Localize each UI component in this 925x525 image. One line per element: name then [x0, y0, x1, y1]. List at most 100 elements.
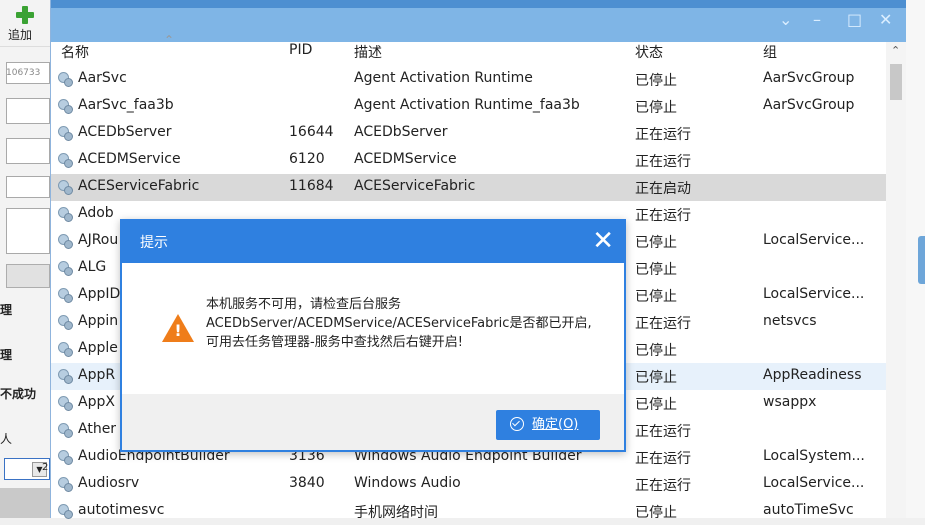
left-input-3[interactable] — [6, 176, 50, 198]
table-row[interactable]: AarSvc Agent Activation Runtime 已停止 AarSvcG… — [51, 66, 886, 93]
close-button[interactable]: ✕ — [879, 10, 892, 30]
service-gear-icon — [58, 477, 73, 492]
cell-group: AarSvcGroup — [763, 97, 855, 113]
scroll-up-icon[interactable]: ⌃ — [891, 44, 900, 57]
cell-pid: 11684 — [289, 178, 334, 194]
cell-group: LocalSystem... — [763, 448, 865, 464]
cell-name: Appin — [78, 313, 119, 329]
ok-button[interactable]: 确定(O) — [496, 410, 600, 440]
sort-arrow-icon: ⌃ — [164, 33, 175, 47]
minimize-button[interactable]: – — [813, 10, 821, 30]
cell-group: autoTimeSvc — [763, 502, 854, 518]
cell-desc: Agent Activation Runtime — [354, 70, 533, 86]
left-label-4: 人 — [0, 432, 13, 446]
service-gear-icon — [58, 261, 73, 276]
cell-status: 正在启动 — [635, 181, 691, 197]
title-strip — [51, 0, 906, 8]
service-gear-icon — [58, 207, 73, 222]
cell-group: LocalService... — [763, 232, 865, 248]
service-gear-icon — [58, 396, 73, 411]
cell-group: netsvcs — [763, 313, 817, 329]
ok-label: 确定(O) — [532, 417, 579, 432]
service-gear-icon — [58, 315, 73, 330]
dialog-title-bar: 提示 ✕ — [122, 221, 624, 263]
left-gray-button[interactable] — [6, 264, 50, 288]
left-panel: 追加 106733 理 理 不成功 人 ▼ 2 — [0, 0, 51, 518]
dialog-body: ! 本机服务不可用，请检查后台服务ACEDbServer/ACEDMServic… — [122, 263, 624, 394]
cell-desc: Agent Activation Runtime_faa3b — [354, 97, 580, 113]
service-gear-icon — [58, 180, 73, 195]
cell-status: 正在运行 — [635, 478, 691, 494]
cell-status: 正在运行 — [635, 127, 691, 143]
cell-status: 正在运行 — [635, 451, 691, 467]
maximize-button[interactable]: □ — [847, 10, 862, 30]
cell-name: Adob — [78, 205, 114, 221]
cell-status: 已停止 — [635, 343, 677, 359]
left-label-2: 理 — [0, 348, 13, 362]
cell-name: ACEServiceFabric — [78, 178, 200, 194]
dialog-footer: 确定(O) — [122, 394, 624, 450]
cell-group: wsappx — [763, 394, 817, 410]
cell-name: Apple — [78, 340, 118, 356]
cell-desc: ACEDbServer — [354, 124, 448, 140]
left-bottom-bar — [0, 488, 50, 518]
cell-status: 正在运行 — [635, 424, 691, 440]
table-row[interactable]: autotimesvc 手机网络时间 已停止 autoTimeSvc — [51, 498, 886, 525]
cell-group: AppReadiness — [763, 367, 862, 383]
cell-status: 已停止 — [635, 397, 677, 413]
cell-status: 正在运行 — [635, 154, 691, 170]
cell-name: autotimesvc — [78, 502, 165, 518]
cell-status: 正在运行 — [635, 316, 691, 332]
side-tab[interactable] — [918, 236, 925, 284]
check-circle-icon — [510, 417, 524, 431]
cell-name: AarSvc_faa3b — [78, 97, 174, 113]
left-label-1: 理 — [0, 303, 13, 317]
number-text: 106733 — [6, 68, 41, 78]
dialog-title: 提示 — [140, 235, 168, 251]
service-gear-icon — [58, 126, 73, 141]
cell-pid: 3840 — [289, 475, 325, 491]
cell-name: ACEDMService — [78, 151, 181, 167]
service-gear-icon — [58, 369, 73, 384]
cell-name: AarSvc — [78, 70, 127, 86]
cell-desc: 手机网络时间 — [354, 505, 438, 521]
service-gear-icon — [58, 234, 73, 249]
cell-status: 已停止 — [635, 100, 677, 116]
add-label: 追加 — [8, 28, 33, 42]
service-gear-icon — [58, 153, 73, 168]
table-row[interactable]: AarSvc_faa3b Agent Activation Runtime_faa… — [51, 93, 886, 120]
table-row[interactable]: ACEDbServer 16644 ACEDbServer 正在运行 — [51, 120, 886, 147]
col-header-name[interactable]: 名称 — [61, 42, 89, 64]
service-gear-icon — [58, 423, 73, 438]
col-header-group[interactable]: 组 — [763, 42, 777, 64]
cell-status: 已停止 — [635, 73, 677, 89]
table-row[interactable]: ACEServiceFabric 11684 ACEServiceFabric 正在启… — [51, 174, 886, 201]
dialog-close-icon[interactable]: ✕ — [592, 227, 614, 255]
vertical-scrollbar[interactable]: ⌃ — [886, 42, 906, 518]
col-header-pid[interactable]: PID — [289, 42, 312, 64]
cell-desc: ACEServiceFabric — [354, 178, 476, 194]
col-header-desc[interactable]: 描述 — [354, 42, 382, 64]
cell-name: AJRou — [78, 232, 119, 248]
cell-desc: ACEDMService — [354, 151, 457, 167]
cell-name: AppX — [78, 394, 115, 410]
alert-dialog: 提示 ✕ ! 本机服务不可用，请检查后台服务ACEDbServer/ACEDMS… — [120, 219, 626, 452]
scroll-thumb[interactable] — [890, 64, 902, 100]
table-row[interactable]: ACEDMService 6120 ACEDMService 正在运行 — [51, 147, 886, 174]
service-gear-icon — [58, 99, 73, 114]
plus-icon — [16, 6, 34, 24]
add-button[interactable]: 追加 — [0, 0, 50, 47]
left-input-2[interactable] — [6, 138, 50, 164]
left-textarea[interactable] — [6, 208, 50, 254]
cell-status: 已停止 — [635, 262, 677, 278]
cell-name: Audiosrv — [78, 475, 140, 491]
cell-name: AppID — [78, 286, 121, 302]
left-input-1[interactable] — [6, 98, 50, 124]
title-bar: ⌄ – □ ✕ — [51, 0, 906, 42]
col-header-status[interactable]: 状态 — [635, 42, 663, 64]
cell-group: LocalService... — [763, 286, 865, 302]
cell-name: ACEDbServer — [78, 124, 172, 140]
collapse-icon[interactable]: ⌄ — [779, 10, 792, 30]
table-row[interactable]: Audiosrv 3840 Windows Audio 正在运行 LocalServic… — [51, 471, 886, 498]
cell-group: LocalService... — [763, 475, 865, 491]
